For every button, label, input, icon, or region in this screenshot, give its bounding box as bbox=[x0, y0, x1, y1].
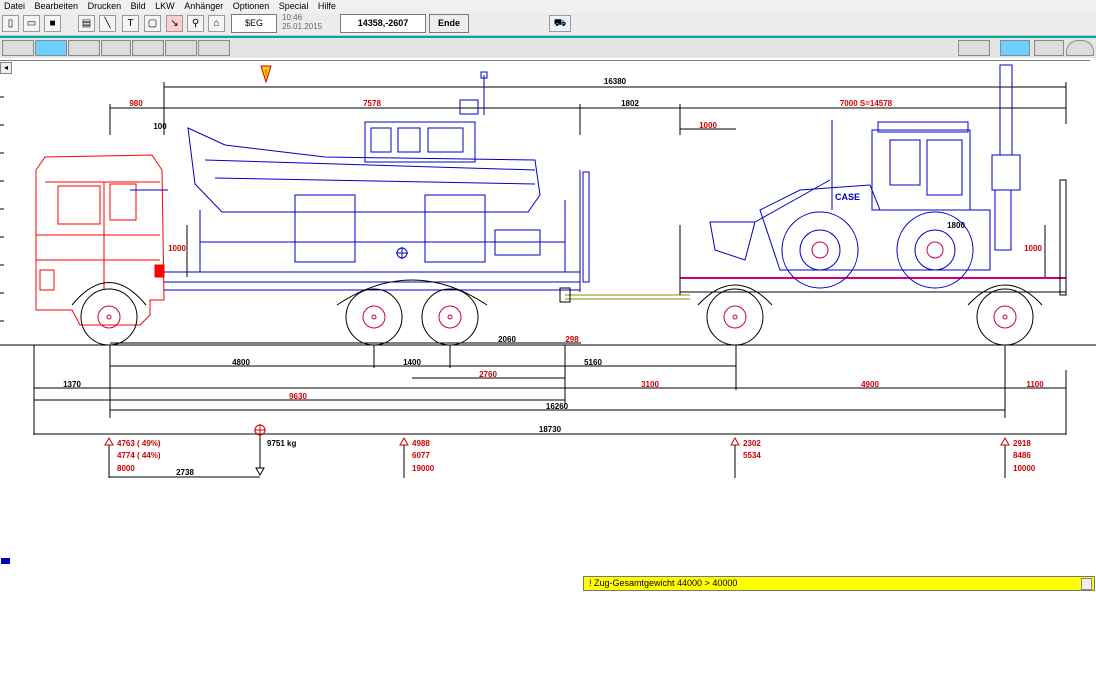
trailer-select-icon[interactable] bbox=[1000, 40, 1030, 56]
dim-7578: 7578 bbox=[363, 99, 381, 108]
picture-icon[interactable]: ⌂ bbox=[208, 15, 225, 32]
search-icon[interactable]: ⚲ bbox=[187, 15, 204, 32]
menu-bar: Datei Bearbeiten Drucken Bild LKW Anhäng… bbox=[0, 0, 1096, 13]
menu-anhaenger[interactable]: Anhänger bbox=[180, 0, 226, 13]
end-button[interactable]: Ende bbox=[429, 14, 469, 33]
small-side-icon bbox=[1, 558, 10, 564]
dim-total-top: 16380 bbox=[604, 77, 627, 86]
axle-loads: 4763 ( 49%) 4774 ( 44%) 8000 9751 kg 273… bbox=[104, 424, 1036, 478]
warning-marker-icon: ! bbox=[260, 65, 272, 84]
dim-1400: 1400 bbox=[403, 358, 421, 367]
front-axle-load-ratio: 4774 ( 44%) bbox=[117, 451, 161, 460]
turning-circle-icon[interactable] bbox=[1066, 40, 1094, 56]
truck-cab bbox=[35, 154, 165, 326]
mode-field[interactable]: $EG bbox=[231, 14, 277, 33]
rear-axle-load-actual: 4988 bbox=[412, 439, 430, 448]
coordinate-field: 14358,-2607 bbox=[340, 14, 426, 33]
semi-trailer-icon[interactable] bbox=[68, 40, 100, 56]
bottom-dimensions: 2060 298 4800 1400 5160 2760 1370 3100 4… bbox=[33, 335, 1067, 435]
dim-1370: 1370 bbox=[63, 380, 81, 389]
drawbar-tool-icon[interactable] bbox=[198, 40, 230, 56]
dim-3100: 3100 bbox=[641, 380, 659, 389]
top-dimensions: 16380 980 7578 1802 7000 S=14578 1000 10… bbox=[109, 77, 1067, 277]
load-tool-icon[interactable] bbox=[1034, 40, 1064, 56]
menu-bild[interactable]: Bild bbox=[127, 0, 149, 13]
save-icon[interactable]: ■ bbox=[44, 15, 61, 32]
time-label: 10:46 bbox=[282, 13, 303, 22]
menu-special[interactable]: Special bbox=[275, 0, 312, 13]
truck-tool-icon[interactable] bbox=[2, 40, 34, 56]
menu-bearbeiten[interactable]: Bearbeiten bbox=[31, 0, 82, 13]
dim-1000-left: 1000 bbox=[168, 244, 186, 253]
dim-5160: 5160 bbox=[584, 358, 602, 367]
date-label: 25.01.2015 bbox=[282, 22, 323, 31]
dim-9630: 9630 bbox=[289, 392, 307, 401]
status-scroll-button[interactable] bbox=[1081, 578, 1092, 590]
main-toolbar: ▯ ▭ ■ ▤ ╲ T ▢ ↘ ⚲ ⌂ $EG 10:46 25.01.2015… bbox=[0, 13, 1096, 36]
crane-tool-icon[interactable] bbox=[101, 40, 131, 56]
dim-4800: 4800 bbox=[232, 358, 250, 367]
rear-axle-load-max: 19000 bbox=[412, 464, 435, 473]
trailer-deck bbox=[679, 179, 1067, 296]
measure-icon[interactable]: ↘ bbox=[166, 15, 183, 32]
dim-1802: 1802 bbox=[621, 99, 639, 108]
dim-2060: 2060 bbox=[498, 335, 516, 344]
dim-7000: 7000 S=14578 bbox=[840, 99, 893, 108]
open-folder-icon[interactable]: ▭ bbox=[23, 15, 40, 32]
datetime-display: 10:46 25.01.2015 bbox=[282, 13, 322, 31]
dim-1800: 1800 bbox=[947, 221, 965, 230]
dim-1000-trailer: 1000 bbox=[1024, 244, 1042, 253]
trailer2-axle-load-ratio: 8486 bbox=[1013, 451, 1031, 460]
trailer-wheels bbox=[697, 284, 1043, 346]
text-icon[interactable]: T bbox=[122, 15, 139, 32]
svg-text:!: ! bbox=[265, 68, 268, 78]
print-icon[interactable]: ▤ bbox=[78, 15, 95, 32]
dim-100: 100 bbox=[153, 122, 167, 131]
axle-tool-icon[interactable] bbox=[132, 40, 164, 56]
lowbed-icon[interactable] bbox=[958, 40, 990, 56]
line-icon[interactable]: ╲ bbox=[99, 15, 116, 32]
menu-optionen[interactable]: Optionen bbox=[229, 0, 273, 13]
dim-4900: 4900 bbox=[861, 380, 879, 389]
status-warning-bar: ! Zug-Gesamtgewicht 44000 > 40000 bbox=[583, 576, 1095, 591]
dim-1100: 1100 bbox=[1026, 380, 1044, 389]
center-weight: 9751 kg bbox=[267, 439, 296, 448]
menu-hilfe[interactable]: Hilfe bbox=[314, 0, 339, 13]
rear-axle-load-ratio: 6077 bbox=[412, 451, 430, 460]
wheel-tool-icon[interactable] bbox=[165, 40, 197, 56]
truck-view-icon[interactable]: ⛟ bbox=[549, 15, 571, 32]
trailer2-axle-load-max: 10000 bbox=[1013, 464, 1036, 473]
front-axle-load-actual: 4763 ( 49%) bbox=[117, 439, 161, 448]
trailer-tool-icon[interactable] bbox=[35, 40, 67, 56]
trailer1-axle-load-actual: 2302 bbox=[743, 439, 761, 448]
menu-datei[interactable]: Datei bbox=[0, 0, 28, 13]
trailer2-axle-load-actual: 2918 bbox=[1013, 439, 1031, 448]
dim-298: 298 bbox=[565, 335, 579, 344]
dim-980: 980 bbox=[129, 99, 143, 108]
left-ruler bbox=[0, 96, 4, 322]
status-message: ! Zug-Gesamtgewicht 44000 > 40000 bbox=[589, 578, 738, 588]
trailer1-axle-load-max: 5534 bbox=[743, 451, 761, 460]
svg-text:CASE: CASE bbox=[835, 192, 860, 202]
dim-2760: 2760 bbox=[479, 370, 497, 379]
menu-drucken[interactable]: Drucken bbox=[84, 0, 125, 13]
dim-1000-load: 1000 bbox=[699, 121, 717, 130]
new-file-icon[interactable]: ▯ bbox=[2, 15, 19, 32]
dim-16260: 16260 bbox=[546, 402, 569, 411]
dim-18730: 18730 bbox=[539, 425, 562, 434]
dim-2738: 2738 bbox=[176, 468, 194, 477]
menu-lkw[interactable]: LKW bbox=[151, 0, 178, 13]
rectangle-icon[interactable]: ▢ bbox=[144, 15, 161, 32]
front-axle-load-max: 8000 bbox=[117, 464, 135, 473]
vehicle-toolbar bbox=[0, 36, 1096, 58]
